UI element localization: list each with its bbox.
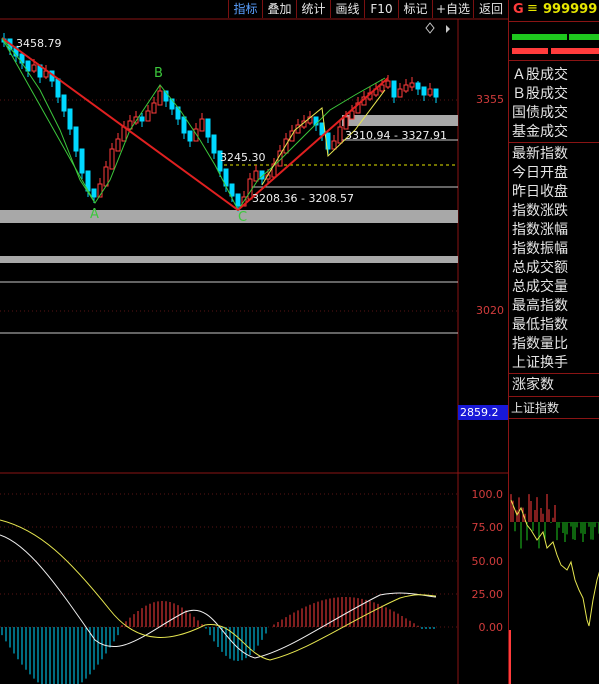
candle-body [211, 134, 217, 154]
range-upper-label: 3310.94 - 3327.91 [345, 129, 447, 142]
range-lower-label: 3208.36 - 3208.57 [252, 192, 354, 205]
osc-axis-label: 75.00 [471, 521, 504, 534]
ratio-bar-green [569, 34, 599, 40]
menu-today-open[interactable]: 今日开盘 [512, 164, 568, 182]
high-price-label: 3458.79 [16, 37, 62, 50]
menu-low-index[interactable]: 最低指数 [512, 316, 568, 334]
menu-high-index[interactable]: 最高指数 [512, 297, 568, 315]
menu-index-amplitude[interactable]: 指数振幅 [512, 240, 568, 258]
zigzag-line [1, 37, 386, 211]
osc-axis-label: 25.00 [471, 588, 504, 601]
point-b-label: B [154, 66, 163, 81]
candle-body [205, 118, 211, 138]
oscillator-histogram [1, 597, 435, 684]
candle-body [379, 84, 385, 92]
chart-canvas [0, 18, 508, 684]
point-c-label: C [238, 210, 248, 225]
candle-body [319, 122, 325, 136]
candle-body [109, 148, 115, 170]
candle-body [397, 88, 403, 98]
trend-line [1, 37, 389, 212]
candle-body [61, 94, 67, 112]
menu-advancers[interactable]: 涨家数 [512, 376, 554, 394]
menu-icon[interactable]: ≡ [527, 1, 538, 16]
price-axis-label: 3355 [476, 93, 504, 106]
candle-body [151, 102, 157, 114]
candle-body [229, 183, 235, 197]
market-badge: G [513, 2, 524, 17]
point-a-label: A [90, 207, 99, 222]
osc-axis-label: 50.00 [471, 555, 504, 568]
candle-body [67, 108, 73, 130]
quote-side-panel: G ≡ 999999 Ａ股成交 Ｂ股成交 国债成交 基金成交 最新指数 今日开盘… [508, 0, 599, 684]
candle-body [199, 118, 205, 132]
diamond-icon [425, 22, 435, 34]
stock-code: 999999 [543, 2, 598, 17]
osc-axis-label: 100.0 [471, 488, 504, 501]
menu-latest-index[interactable]: 最新指数 [512, 145, 568, 163]
menu-volume-ratio[interactable]: 指数量比 [512, 335, 568, 353]
current-value-box: 2859.2 [458, 405, 508, 420]
menu-index-change-pct[interactable]: 指数涨幅 [512, 221, 568, 239]
menu-turnover-rate[interactable]: 上证换手 [512, 354, 568, 372]
oscillator-grid [0, 493, 458, 628]
candle-body [343, 116, 349, 130]
candle-body [157, 90, 163, 106]
candle-body [415, 82, 421, 90]
ratio-bar-red [551, 48, 599, 54]
candle-body [55, 78, 61, 98]
candle-body [391, 80, 397, 98]
price-axis-label: 3020 [476, 304, 504, 317]
index-name-label: 上证指数 [511, 401, 560, 415]
candle-body [145, 110, 151, 122]
candle-body [133, 116, 139, 124]
candle-body [283, 138, 289, 154]
candle-body [331, 140, 337, 150]
osc-axis-label: 0.00 [478, 621, 504, 634]
candle-body [427, 88, 433, 96]
candle-body [409, 82, 415, 88]
ratio-bar-green [512, 34, 567, 40]
menu-total-turnover[interactable]: 总成交额 [512, 259, 568, 277]
arrow-icon [446, 25, 450, 33]
candle-body [253, 170, 259, 182]
menu-a-share-volume[interactable]: Ａ股成交 [512, 66, 568, 84]
menu-bond-volume[interactable]: 国债成交 [512, 104, 568, 122]
candle-body [79, 148, 85, 174]
candle-body [403, 84, 409, 92]
menu-total-volume[interactable]: 总成交量 [512, 278, 568, 296]
candle-body [433, 88, 439, 98]
candle-body [31, 64, 37, 72]
candle-body [385, 80, 391, 88]
menu-b-share-volume[interactable]: Ｂ股成交 [512, 85, 568, 103]
level-3245-label: 3245.30 [220, 151, 266, 164]
level-band [0, 256, 458, 263]
menu-prev-close[interactable]: 昨日收盘 [512, 183, 568, 201]
ratio-bar-red [512, 48, 548, 54]
menu-index-change[interactable]: 指数涨跌 [512, 202, 568, 220]
level-band-lower [0, 210, 458, 223]
candle-body [73, 126, 79, 152]
zigzag-leg [1, 37, 96, 204]
candle-body [91, 188, 97, 198]
menu-fund-volume[interactable]: 基金成交 [512, 123, 568, 141]
candle-body [421, 86, 427, 96]
candle-body [337, 126, 343, 144]
candle-body [235, 193, 241, 207]
candle-body [115, 138, 121, 152]
mini-chart [509, 494, 599, 684]
